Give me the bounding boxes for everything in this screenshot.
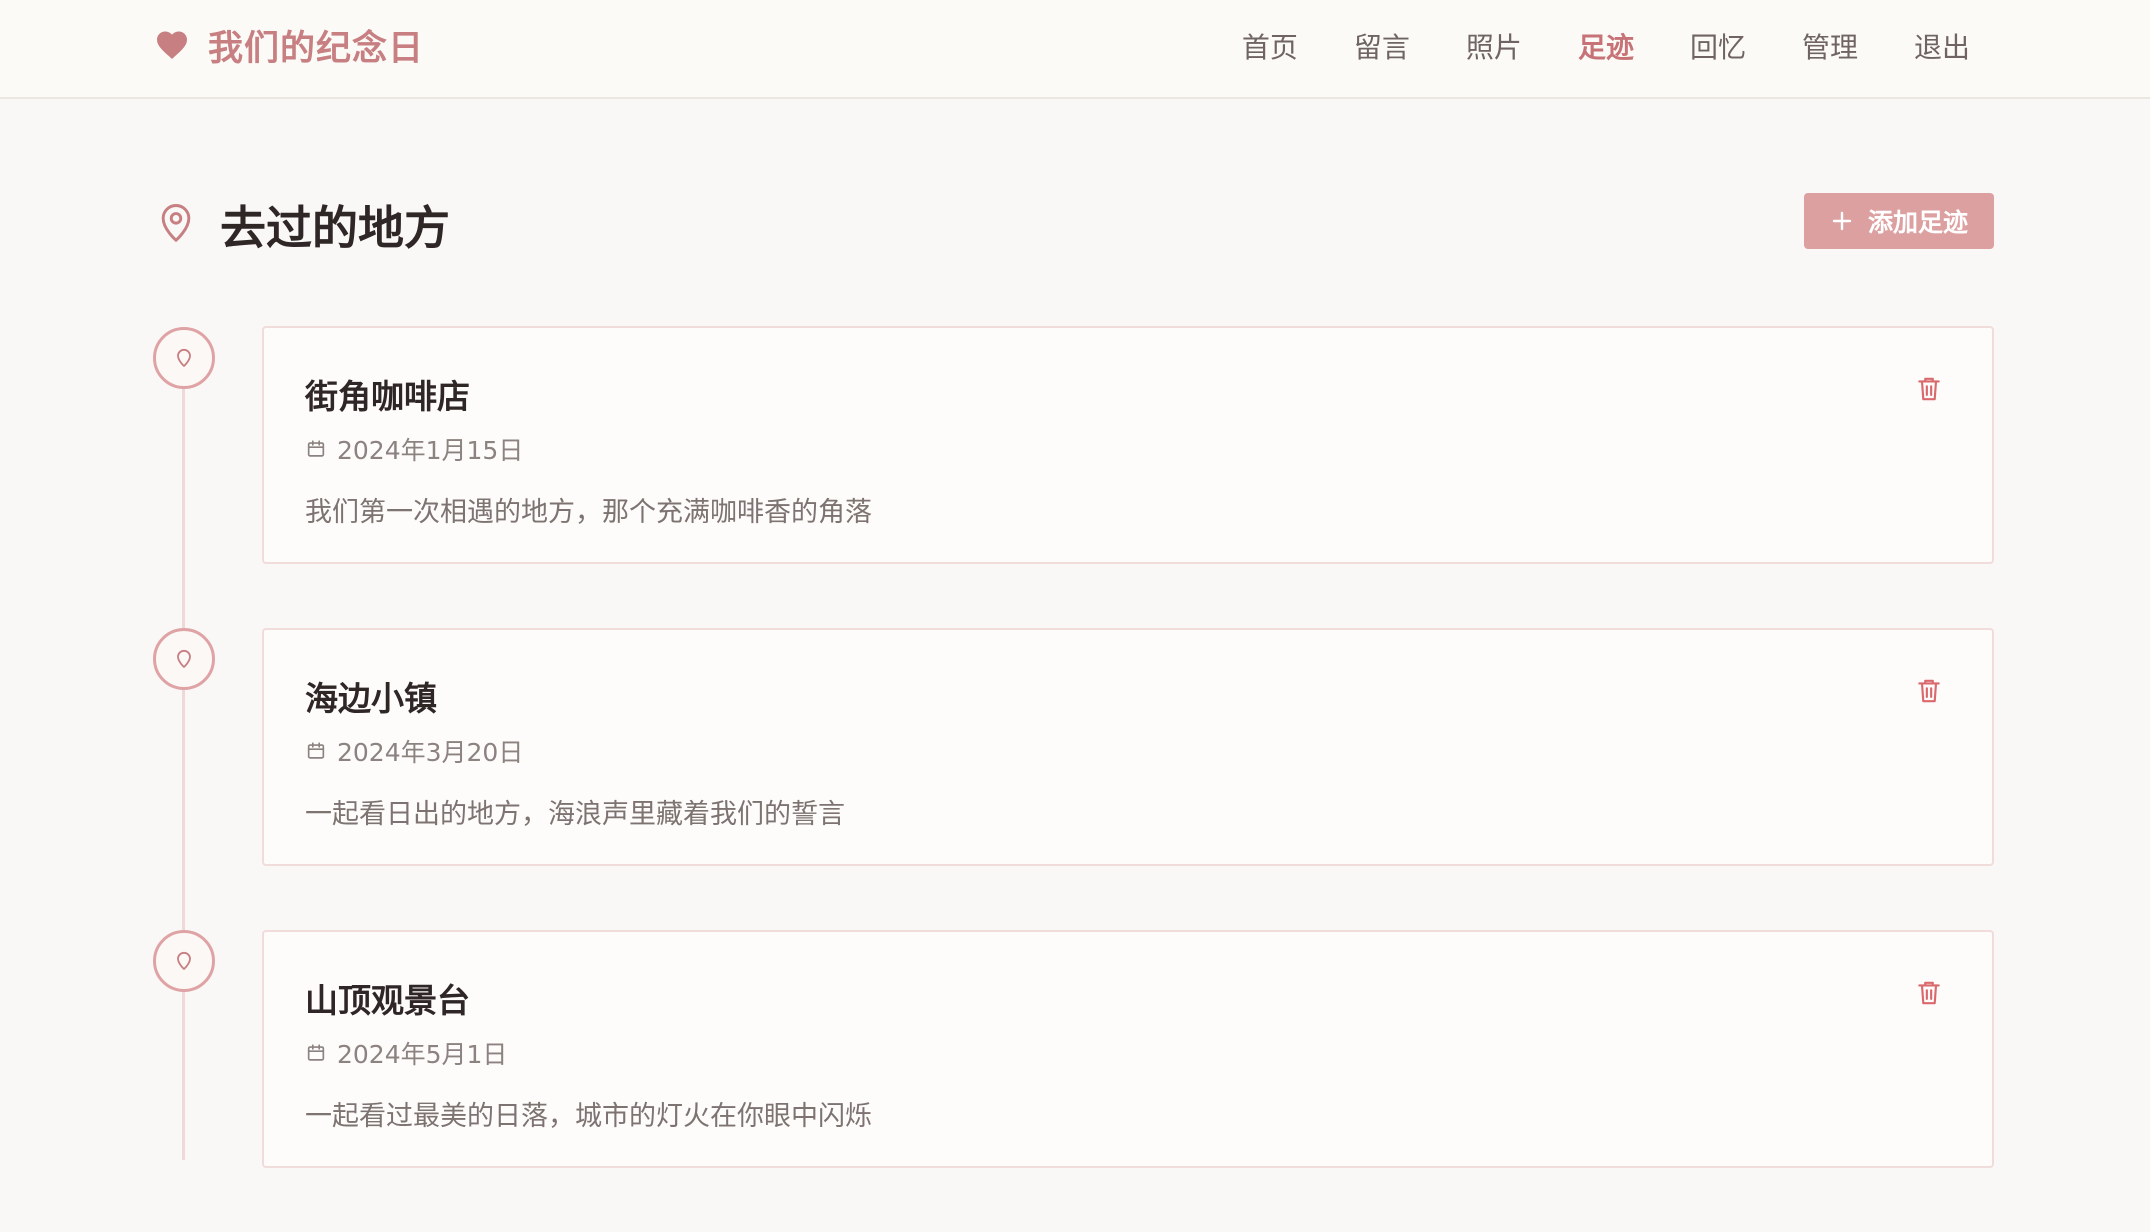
- location-pin-icon: [172, 346, 196, 370]
- trash-icon: [1916, 375, 1942, 403]
- location-pin-icon: [172, 949, 196, 973]
- nav-item-admin[interactable]: 管理: [1802, 26, 1858, 66]
- timeline-marker: [153, 628, 215, 690]
- place-date: 2024年1月15日: [305, 432, 523, 466]
- nav-item-photos[interactable]: 照片: [1466, 26, 1522, 66]
- place-description: 一起看日出的地方，海浪声里藏着我们的誓言: [305, 799, 845, 830]
- top-navbar: 我们的纪念日 首页 留言 照片 足迹 回忆 管理 退出: [0, 0, 2150, 99]
- map-pin-icon: [154, 200, 198, 244]
- footprint-card: 海边小镇 2024年3月20日 一起看日出的地方，海浪声里藏着我们的誓言: [262, 628, 1994, 866]
- nav-item-logout[interactable]: 退出: [1914, 26, 1970, 66]
- place-date-text: 2024年5月1日: [337, 1040, 508, 1069]
- main-nav: 首页 留言 照片 足迹 回忆 管理 退出: [1242, 22, 1970, 70]
- location-pin-icon: [172, 647, 196, 671]
- delete-button[interactable]: [1914, 372, 1944, 406]
- place-date-text: 2024年1月15日: [337, 436, 524, 465]
- nav-item-home[interactable]: 首页: [1242, 26, 1298, 66]
- timeline-marker: [153, 327, 215, 389]
- add-footprint-label: 添加足迹: [1867, 208, 1968, 237]
- place-name: 海边小镇: [305, 679, 437, 718]
- delete-button[interactable]: [1914, 674, 1944, 708]
- place-name: 山顶观景台: [305, 981, 470, 1020]
- nav-item-memories[interactable]: 回忆: [1690, 26, 1746, 66]
- page-header: 去过的地方 添加足迹: [154, 190, 1994, 260]
- calendar-icon: [305, 740, 327, 762]
- place-date: 2024年3月20日: [305, 734, 523, 768]
- timeline-marker: [153, 930, 215, 992]
- calendar-icon: [305, 1042, 327, 1064]
- footprint-card: 山顶观景台 2024年5月1日 一起看过最美的日落，城市的灯火在你眼中闪烁: [262, 930, 1994, 1168]
- trash-icon: [1916, 979, 1942, 1007]
- footprint-card: 街角咖啡店 2024年1月15日 我们第一次相遇的地方，那个充满咖啡香的角落: [262, 326, 1994, 564]
- delete-button[interactable]: [1914, 976, 1944, 1010]
- place-description: 我们第一次相遇的地方，那个充满咖啡香的角落: [305, 497, 872, 528]
- place-name: 街角咖啡店: [305, 377, 470, 416]
- page-title: 去过的地方: [220, 201, 450, 255]
- place-date-text: 2024年3月20日: [337, 738, 524, 767]
- place-description: 一起看过最美的日落，城市的灯火在你眼中闪烁: [305, 1101, 872, 1132]
- plus-icon: [1830, 209, 1854, 233]
- place-date: 2024年5月1日: [305, 1036, 507, 1070]
- timeline-line: [182, 388, 185, 1160]
- brand[interactable]: 我们的纪念日: [154, 20, 424, 70]
- add-footprint-button[interactable]: 添加足迹: [1804, 193, 1994, 249]
- trash-icon: [1916, 677, 1942, 705]
- nav-item-footprints[interactable]: 足迹: [1578, 26, 1634, 66]
- brand-title: 我们的纪念日: [208, 27, 425, 69]
- nav-item-messages[interactable]: 留言: [1354, 26, 1410, 66]
- heart-icon: [154, 27, 190, 63]
- calendar-icon: [305, 438, 327, 460]
